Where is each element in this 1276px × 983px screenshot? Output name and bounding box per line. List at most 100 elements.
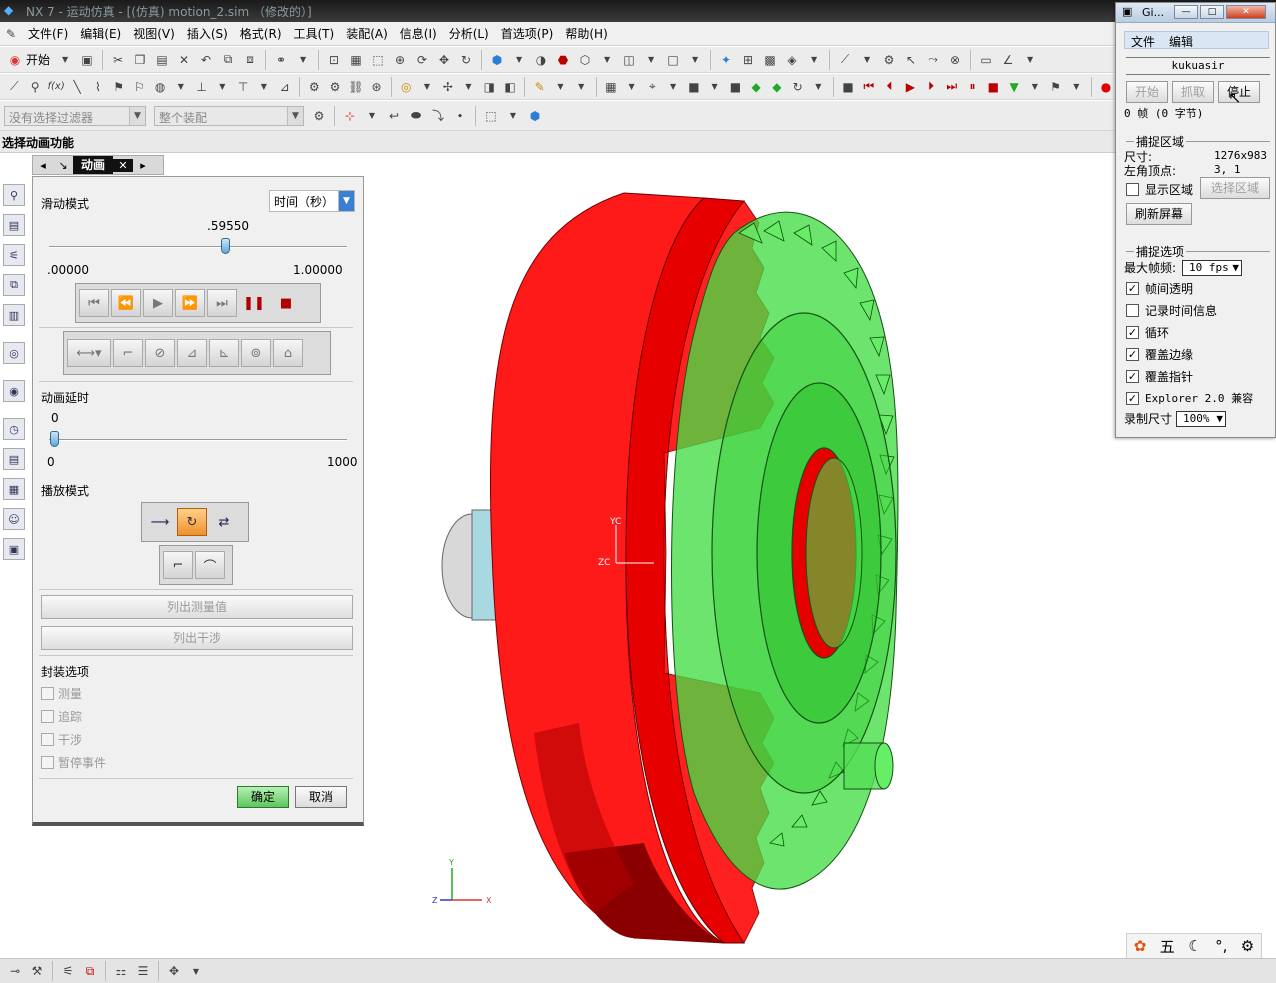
gif-menu-file[interactable]: 文件	[1131, 33, 1155, 50]
chevron-down-icon[interactable]: ▼	[552, 78, 569, 96]
chevron-down-icon[interactable]: ▼	[256, 78, 273, 96]
wireframe-icon[interactable]: ⬡	[576, 51, 594, 69]
gear-pair-icon[interactable]: ⚙	[306, 78, 323, 96]
shaded-icon[interactable]: ⬢	[488, 51, 506, 69]
start-icon[interactable]: ◉	[6, 51, 24, 69]
palette-icon[interactable]: ▦	[3, 478, 25, 500]
cube-icon[interactable]: ⬢	[526, 107, 544, 125]
menu-info[interactable]: 信息(I)	[394, 25, 443, 42]
stop-icon[interactable]: ■	[271, 289, 301, 317]
record-icon[interactable]: ●	[1098, 78, 1115, 96]
pan-icon[interactable]: ✥	[435, 51, 453, 69]
menu-assembly[interactable]: 装配(A)	[340, 25, 394, 42]
select-icon[interactable]: ⚙	[880, 51, 898, 69]
zoom-area-icon[interactable]: ⬚	[369, 51, 387, 69]
simulation-icon[interactable]: ✎	[531, 78, 548, 96]
pause-event-checkbox[interactable]: 暂停事件	[41, 754, 106, 771]
bushing-icon[interactable]: ⚐	[131, 78, 148, 96]
step-back-icon[interactable]: ⏴	[881, 78, 898, 96]
cover-edges-checkbox[interactable]: ✓ 覆盖边缘	[1126, 346, 1193, 363]
chevron-down-icon[interactable]: ▼	[173, 78, 190, 96]
damper-icon[interactable]: ⚑	[110, 78, 127, 96]
display-icon[interactable]: ⚭	[272, 51, 290, 69]
chevron-down-icon[interactable]: ▼	[665, 78, 682, 96]
minimize-button[interactable]: —	[1174, 5, 1198, 19]
measure-icon[interactable]: ⟷▾	[67, 339, 111, 367]
loop-icon[interactable]: ↻	[177, 508, 207, 536]
history-icon[interactable]: ◉	[3, 380, 25, 402]
fast-forward-icon[interactable]: ⏭	[943, 78, 960, 96]
assembly-navigator-icon[interactable]: ⚟	[3, 244, 25, 266]
arrow-icon[interactable]: ↘	[53, 159, 73, 172]
time-slider-thumb[interactable]	[221, 238, 231, 254]
punctuation-icon[interactable]: °,	[1215, 937, 1227, 955]
trace-checkbox[interactable]: 追踪	[41, 708, 82, 725]
chevron-down-icon[interactable]: ▼	[214, 78, 231, 96]
chevron-down-icon[interactable]: ▼	[419, 78, 436, 96]
paw-icon[interactable]: ✿	[1134, 937, 1147, 955]
chevron-down-icon[interactable]: ▼	[805, 51, 823, 69]
explode-icon[interactable]: ⊿	[177, 339, 207, 367]
arrow-right-icon[interactable]: ◆	[769, 78, 786, 96]
rect-select-icon[interactable]: ⬚	[482, 107, 500, 125]
delay-slider-track[interactable]	[49, 439, 347, 441]
collapse-icon[interactable]: ◂	[33, 159, 53, 172]
flag-icon[interactable]: ⚑	[1047, 78, 1064, 96]
menu-file[interactable]: 文件(F)	[22, 25, 74, 42]
animation-stop-icon[interactable]: ■	[840, 78, 857, 96]
step-forward-icon[interactable]: ⏵	[923, 78, 940, 96]
expand-icon[interactable]: ▸	[133, 159, 153, 172]
rewind-icon[interactable]: ⏮	[79, 289, 109, 317]
max-fps-dropdown[interactable]: 10 fps ▼	[1182, 260, 1242, 276]
refresh-screen-button[interactable]: 刷新屏幕	[1126, 203, 1192, 225]
play-icon[interactable]: ▶	[143, 289, 173, 317]
layer-icon[interactable]: ◈	[783, 51, 801, 69]
render-icon[interactable]: ◑	[532, 51, 550, 69]
snap-icon[interactable]: ⊞	[739, 51, 757, 69]
lasso-icon[interactable]: ⤳	[924, 51, 942, 69]
delay-slider-thumb[interactable]	[50, 431, 59, 447]
snap-point-icon[interactable]: ⊹	[341, 107, 359, 125]
show-region-checkbox[interactable]: 显示区域	[1126, 181, 1193, 198]
menu-analysis[interactable]: 分析(L)	[443, 25, 495, 42]
lock-icon[interactable]: ⊚	[241, 339, 271, 367]
rewind-icon[interactable]: ⏮	[860, 78, 877, 96]
moon-icon[interactable]: ☾	[1188, 937, 1201, 955]
constraint-navigator-icon[interactable]: ⧉	[3, 274, 25, 296]
cable-icon[interactable]: ⛓	[347, 78, 364, 96]
fast-forward-icon[interactable]: ⏭	[207, 289, 237, 317]
interference-check-icon[interactable]: ⊘	[145, 339, 175, 367]
component-icon[interactable]: ⚏	[112, 962, 130, 980]
chevron-down-icon[interactable]: ▼	[294, 51, 312, 69]
redo-icon[interactable]: ⧈	[241, 51, 259, 69]
gif-start-button[interactable]: 开始	[1126, 81, 1168, 103]
chevron-down-icon[interactable]: ▼	[460, 78, 477, 96]
chevron-down-icon[interactable]: ▼	[338, 191, 354, 211]
menu-view[interactable]: 视图(V)	[127, 25, 181, 42]
transparent-checkbox[interactable]: ✓ 帧间透明	[1126, 280, 1193, 297]
chevron-down-icon[interactable]: ▼	[510, 51, 528, 69]
cover-pointer-checkbox[interactable]: ✓ 覆盖指针	[1126, 368, 1193, 385]
ime-mode[interactable]: 五	[1160, 936, 1175, 957]
home-icon[interactable]: ⌂	[273, 339, 303, 367]
list-interference-button[interactable]: 列出干涉	[41, 626, 353, 650]
stop-square-icon[interactable]: ■	[727, 78, 744, 96]
tracer-icon[interactable]: ✢	[439, 78, 456, 96]
menu-tools[interactable]: 工具(T)	[288, 25, 341, 42]
copy-icon[interactable]: ❐	[131, 51, 149, 69]
refresh-icon[interactable]: ↻	[457, 51, 475, 69]
chevron-down-icon[interactable]: ▼	[504, 107, 522, 125]
background-icon[interactable]: □	[664, 51, 682, 69]
graphics-viewport[interactable]: YC ZC X Y Z	[364, 153, 1116, 958]
move-icon[interactable]: ✥	[165, 962, 183, 980]
clock-icon[interactable]: ◷	[3, 418, 25, 440]
section-icon[interactable]: ⬣	[554, 51, 572, 69]
zoom-window-icon[interactable]: ▦	[347, 51, 365, 69]
loop-icon[interactable]: ↻	[789, 78, 806, 96]
internet-icon[interactable]: ◎	[3, 342, 25, 364]
chevron-down-icon[interactable]: ▼	[1021, 51, 1039, 69]
joint-icon[interactable]: ⚲	[27, 78, 44, 96]
filter-settings-icon[interactable]: ⚙	[310, 107, 328, 125]
select-region-button[interactable]: 选择区域	[1200, 177, 1270, 199]
wrench-icon[interactable]: ⚒	[28, 962, 46, 980]
